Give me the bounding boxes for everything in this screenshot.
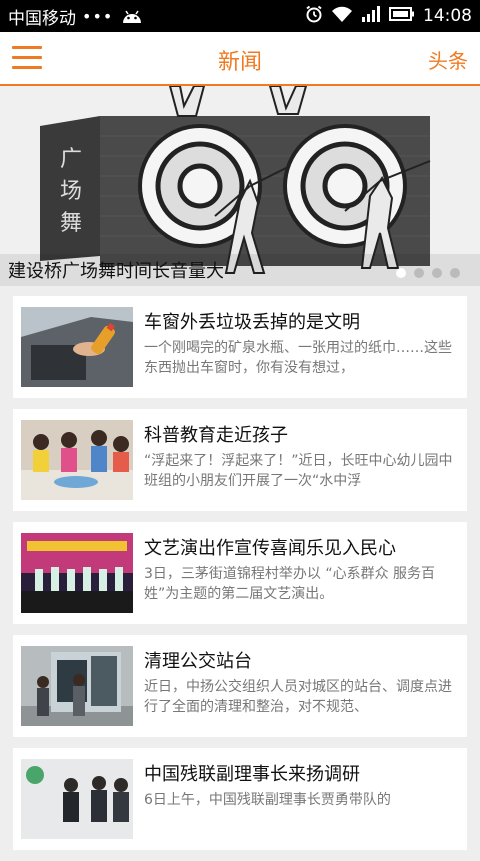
news-item[interactable]: 中国残联副理事长来扬调研 6日上午，中国残联副理事长贾勇带队的 [13,748,467,850]
news-headline: 文艺演出作宣传喜闻乐见入民心 [144,538,396,559]
news-summary: “浮起来了！浮起来了！”近日，长旺中心幼儿园中班组的小朋友们开展了一次“水中浮 [144,453,453,489]
notification-dots: ••• [82,6,114,26]
svg-text:舞: 舞 [60,211,82,236]
svg-text:广: 广 [60,147,82,172]
page-dot [450,268,460,278]
clock: 14:08 [423,6,472,26]
news-headline: 车窗外丢垃圾丢掉的是文明 [144,312,360,333]
wifi-icon [331,5,353,28]
news-summary: 6日上午，中国残联副理事长贾勇带队的 [144,792,391,808]
news-summary: 一个刚喝完的矿泉水瓶、一张用过的纸巾……这些东西抛出车窗时，你有没有想过， [144,340,452,376]
status-bar: 中国移动 ••• 14:08 [0,0,480,32]
news-headline: 中国残联副理事长来扬调研 [144,764,360,785]
news-headline: 清理公交站台 [144,651,252,672]
news-summary: 3日，三茅街道锦程村举办以 “心系群众 服务百姓”为主题的第二届文艺演出。 [144,566,436,602]
featured-banner[interactable]: 广 场 舞 建设桥广场舞时间长音量大 [0,86,480,286]
svg-text:场: 场 [60,179,82,204]
news-thumbnail-meeting-visit [21,759,133,839]
app-header: 新闻 头条 [0,32,480,86]
news-headline: 科普教育走近孩子 [144,425,288,446]
news-thumbnail-bus-stop [21,646,133,726]
signal-icon [361,5,381,28]
page-title: 新闻 [217,50,262,75]
page-dot [414,268,424,278]
news-list: 车窗外丢垃圾丢掉的是文明 一个刚喝完的矿泉水瓶、一张用过的纸巾……这些东西抛出车… [13,296,467,861]
battery-icon [389,6,415,27]
headlines-tab[interactable]: 头条 [428,45,468,74]
carrier-name: 中国移动 [8,8,76,29]
news-item[interactable]: 文艺演出作宣传喜闻乐见入民心 3日，三茅街道锦程村举办以 “心系群众 服务百姓”… [13,522,467,624]
page-dot [432,268,442,278]
news-item[interactable]: 科普教育走近孩子 “浮起来了！浮起来了！”近日，长旺中心幼儿园中班组的小朋友们开… [13,409,467,511]
news-item[interactable]: 车窗外丢垃圾丢掉的是文明 一个刚喝完的矿泉水瓶、一张用过的纸巾……这些东西抛出车… [13,296,467,398]
news-item[interactable]: 清理公交站台 近日，中扬公交组织人员对城区的站台、调度点进行了全面的清理和整治，… [13,635,467,737]
alarm-icon [305,5,323,28]
android-icon [121,8,143,24]
banner-page-indicator [396,268,460,278]
news-thumbnail-car-window [21,307,133,387]
news-thumbnail-stage-performance [21,533,133,613]
news-summary: 近日，中扬公交组织人员对城区的站台、调度点进行了全面的清理和整治，对不规范、 [144,679,452,715]
banner-caption: 建设桥广场舞时间长音量大 [8,261,224,282]
news-thumbnail-kids-classroom [21,420,133,500]
page-dot [396,268,406,278]
